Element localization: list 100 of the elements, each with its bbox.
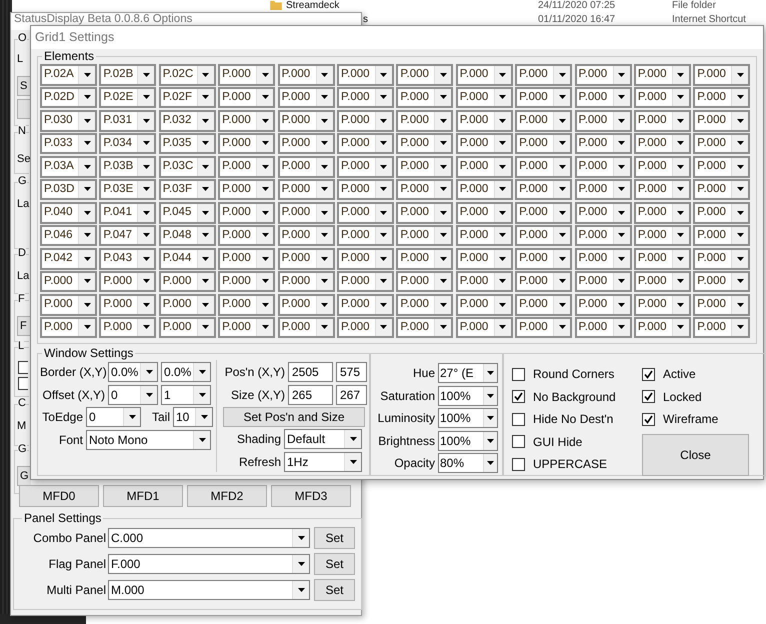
element-dropdown[interactable]: P.000	[396, 202, 454, 224]
element-dropdown[interactable]: P.000	[396, 110, 454, 132]
element-dropdown[interactable]: P.000	[634, 86, 691, 108]
value-dropdown[interactable]: 1	[161, 384, 211, 404]
number-field[interactable]: 2505	[288, 362, 333, 382]
element-dropdown[interactable]: P.02F	[158, 86, 216, 108]
checkbox[interactable]	[512, 435, 525, 448]
element-dropdown[interactable]: P.000	[515, 248, 572, 270]
element-dropdown[interactable]: P.000	[40, 270, 97, 292]
element-dropdown[interactable]: P.034	[99, 132, 156, 154]
element-dropdown[interactable]: P.000	[278, 132, 335, 154]
element-dropdown[interactable]: P.000	[218, 156, 276, 178]
element-dropdown[interactable]: P.000	[336, 178, 394, 200]
element-dropdown[interactable]: P.03F	[158, 178, 216, 200]
element-dropdown[interactable]: P.02A	[40, 64, 97, 86]
element-dropdown[interactable]: P.033	[40, 132, 97, 154]
element-dropdown[interactable]: P.000	[515, 132, 572, 154]
element-dropdown[interactable]: P.000	[574, 316, 632, 338]
element-dropdown[interactable]: P.000	[574, 110, 632, 132]
element-dropdown[interactable]: P.000	[336, 86, 394, 108]
element-dropdown[interactable]: P.000	[456, 156, 513, 178]
value-dropdown[interactable]: 80%	[438, 453, 498, 473]
number-field[interactable]: 265	[288, 384, 333, 404]
element-dropdown[interactable]: P.000	[218, 202, 276, 224]
element-dropdown[interactable]: P.000	[693, 132, 750, 154]
checkbox[interactable]	[18, 377, 28, 390]
element-dropdown[interactable]: P.000	[218, 270, 276, 292]
set-button[interactable]: Set	[314, 527, 355, 549]
element-dropdown[interactable]: P.000	[336, 156, 394, 178]
element-dropdown[interactable]: P.000	[218, 224, 276, 246]
element-dropdown[interactable]: P.000	[634, 270, 691, 292]
element-dropdown[interactable]: P.000	[693, 248, 750, 270]
element-dropdown[interactable]: P.000	[515, 202, 572, 224]
element-dropdown[interactable]: P.000	[40, 294, 97, 316]
element-dropdown[interactable]: P.000	[336, 270, 394, 292]
element-dropdown[interactable]: P.000	[396, 132, 454, 154]
element-dropdown[interactable]: P.03C	[158, 156, 216, 178]
tail-dropdown[interactable]: 10	[173, 407, 213, 427]
element-dropdown[interactable]: P.000	[574, 202, 632, 224]
element-dropdown[interactable]: P.031	[99, 110, 156, 132]
element-dropdown[interactable]: P.000	[634, 156, 691, 178]
element-dropdown[interactable]: P.000	[396, 64, 454, 86]
element-dropdown[interactable]: P.000	[574, 132, 632, 154]
option-button[interactable]	[17, 99, 31, 119]
mfd-button[interactable]: MFD3	[271, 485, 351, 507]
close-button[interactable]: Close	[642, 434, 749, 476]
element-dropdown[interactable]: P.000	[278, 270, 335, 292]
element-dropdown[interactable]: P.000	[396, 224, 454, 246]
mfd-button[interactable]: MFD2	[187, 485, 267, 507]
element-dropdown[interactable]: P.000	[336, 110, 394, 132]
element-dropdown[interactable]: P.000	[336, 316, 394, 338]
checkbox[interactable]	[642, 412, 655, 426]
element-dropdown[interactable]: P.044	[158, 248, 216, 270]
element-dropdown[interactable]: P.03E	[99, 178, 156, 200]
element-dropdown[interactable]: P.000	[336, 64, 394, 86]
element-dropdown[interactable]: P.000	[396, 156, 454, 178]
element-dropdown[interactable]: P.000	[634, 294, 691, 316]
value-dropdown[interactable]: 27° (E	[438, 363, 498, 383]
element-dropdown[interactable]: P.02E	[99, 86, 156, 108]
element-dropdown[interactable]: P.000	[693, 202, 750, 224]
element-dropdown[interactable]: P.000	[515, 294, 572, 316]
element-dropdown[interactable]: P.000	[218, 178, 276, 200]
value-dropdown[interactable]: 1Hz	[284, 452, 362, 472]
element-dropdown[interactable]: P.000	[158, 270, 216, 292]
element-dropdown[interactable]: P.000	[218, 64, 276, 86]
element-dropdown[interactable]: P.000	[574, 248, 632, 270]
element-dropdown[interactable]: P.000	[456, 270, 513, 292]
element-dropdown[interactable]: P.035	[158, 132, 216, 154]
font-dropdown[interactable]: Noto Mono	[86, 430, 211, 450]
set-button[interactable]: Set	[314, 579, 355, 601]
element-dropdown[interactable]: P.032	[158, 110, 216, 132]
element-dropdown[interactable]: P.000	[515, 178, 572, 200]
element-dropdown[interactable]: P.000	[278, 64, 335, 86]
element-dropdown[interactable]: P.000	[99, 294, 156, 316]
element-dropdown[interactable]: P.000	[336, 224, 394, 246]
element-dropdown[interactable]: P.000	[574, 64, 632, 86]
to-edge-dropdown[interactable]: 0	[86, 407, 141, 427]
element-dropdown[interactable]: P.000	[693, 86, 750, 108]
element-dropdown[interactable]: P.000	[515, 110, 572, 132]
element-dropdown[interactable]: P.000	[515, 316, 572, 338]
element-dropdown[interactable]: P.000	[693, 316, 750, 338]
set-position-size-button[interactable]: Set Pos'n and Size	[223, 407, 365, 427]
element-dropdown[interactable]: P.048	[158, 224, 216, 246]
element-dropdown[interactable]: P.000	[634, 224, 691, 246]
element-dropdown[interactable]: P.000	[456, 64, 513, 86]
checkbox[interactable]	[18, 361, 28, 374]
element-dropdown[interactable]: P.000	[278, 178, 335, 200]
option-button[interactable]: F	[17, 316, 31, 336]
option-button[interactable]: G	[17, 466, 31, 486]
element-dropdown[interactable]: P.000	[515, 270, 572, 292]
element-dropdown[interactable]: P.000	[693, 294, 750, 316]
element-dropdown[interactable]: P.000	[278, 224, 335, 246]
element-dropdown[interactable]: P.000	[693, 270, 750, 292]
value-dropdown[interactable]: 0	[108, 384, 158, 404]
element-dropdown[interactable]: P.000	[396, 178, 454, 200]
element-dropdown[interactable]: P.000	[515, 64, 572, 86]
number-field[interactable]: 575	[336, 362, 367, 382]
element-dropdown[interactable]: P.000	[634, 64, 691, 86]
mfd-button[interactable]: MFD0	[19, 485, 99, 507]
element-dropdown[interactable]: P.000	[278, 316, 335, 338]
